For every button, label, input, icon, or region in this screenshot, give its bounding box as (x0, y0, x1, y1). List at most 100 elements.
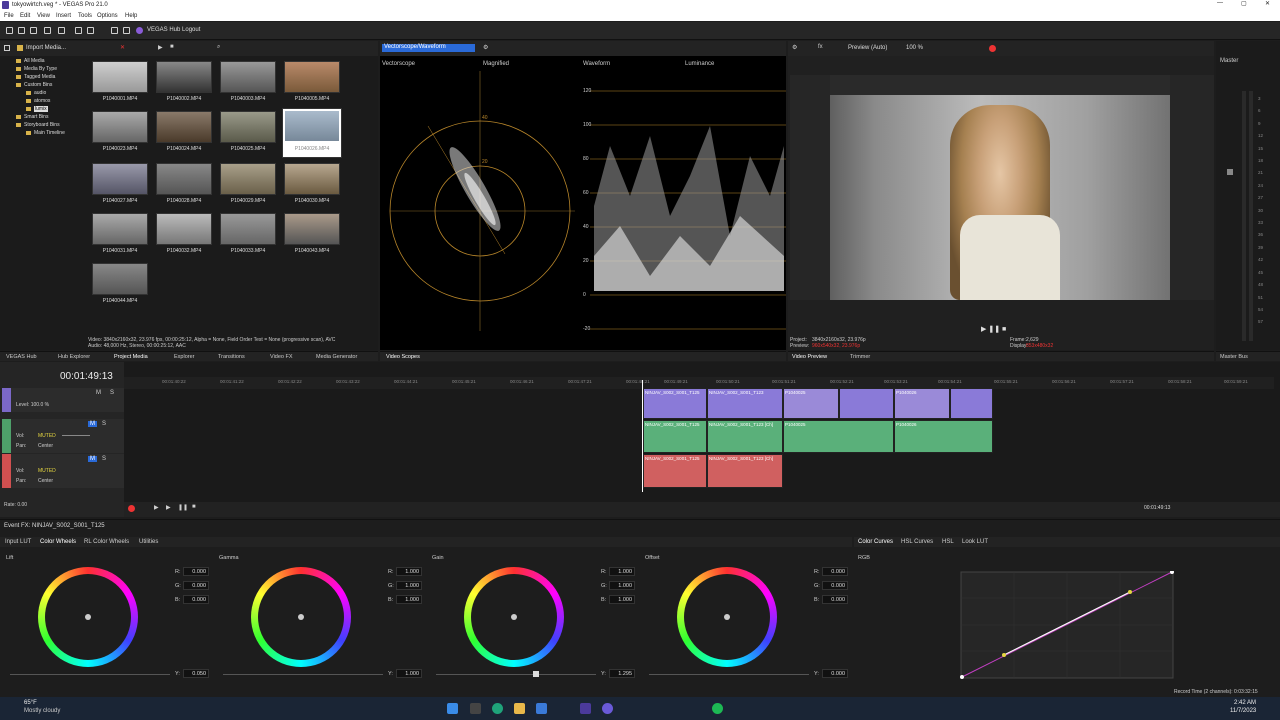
gain-y-field[interactable]: 1.295 (609, 669, 635, 678)
tab-trimmer[interactable]: Trimmer (850, 354, 870, 360)
tab-vegas-hub[interactable]: VEGAS Hub (6, 354, 37, 360)
audio-clip[interactable]: NINJAV_S002_S001_T125 (643, 420, 707, 453)
menu-view[interactable]: View (37, 13, 50, 19)
tree-item-selected[interactable]: lumix (34, 106, 48, 112)
close-button[interactable]: ✕ (1265, 0, 1270, 7)
save-icon[interactable] (30, 27, 37, 34)
menu-edit[interactable]: Edit (20, 13, 30, 19)
lift-y-slider[interactable] (10, 674, 170, 675)
magnified-dropdown[interactable]: Magnified (483, 61, 509, 67)
video-clip[interactable]: NINJAV_S002_S001_T125 (643, 388, 707, 419)
wheel-handle[interactable] (724, 614, 730, 620)
offset-g-field[interactable]: 0.000 (822, 581, 848, 590)
master-fader[interactable] (1227, 169, 1233, 175)
tab-video-scopes[interactable]: Video Scopes (386, 354, 420, 360)
play-icon[interactable]: ▶ (158, 44, 163, 51)
task-view-icon[interactable] (470, 703, 481, 714)
media-thumbnail[interactable] (92, 111, 148, 143)
stop-icon[interactable]: ■ (170, 44, 174, 50)
folder-icon[interactable] (17, 45, 23, 51)
weather-desc[interactable]: Mostly cloudy (24, 708, 60, 714)
offset-r-field[interactable]: 0.000 (822, 567, 848, 576)
rgb-curve-graph[interactable] (960, 571, 1174, 679)
tab-color-curves[interactable]: Color Curves (858, 539, 893, 545)
lift-r-field[interactable]: 0.000 (183, 567, 209, 576)
tab-rl-color-wheels[interactable]: RL Color Wheels (84, 539, 129, 545)
weather-temp[interactable]: 65°F (24, 700, 37, 706)
tree-item[interactable]: Media By Type (24, 66, 57, 72)
video-clip[interactable] (839, 388, 894, 419)
clock-date[interactable]: 11/7/2023 (1230, 708, 1256, 714)
pause-button[interactable]: ❚❚ (988, 326, 1000, 333)
tree-item[interactable]: atomos (34, 98, 50, 104)
gamma-y-field[interactable]: 1.000 (396, 669, 422, 678)
tab-video-preview[interactable]: Video Preview (792, 354, 827, 360)
import-media-button[interactable]: Import Media... (26, 45, 66, 51)
gain-r-field[interactable]: 1.000 (609, 567, 635, 576)
tab-project-media[interactable]: Project Media (114, 354, 148, 360)
tab-hsl[interactable]: HSL (942, 539, 954, 545)
fx-icon[interactable]: fx (818, 44, 823, 50)
track-level[interactable]: Level: 100.0 % (16, 402, 49, 408)
scope-selector[interactable]: Vectorscope/Waveform (382, 44, 475, 52)
curve-channel[interactable]: RGB (858, 555, 870, 561)
play-button[interactable]: ▶ (166, 504, 171, 511)
offset-b-field[interactable]: 0.000 (822, 595, 848, 604)
media-thumbnail[interactable] (284, 163, 340, 195)
gain-y-handle[interactable] (533, 671, 539, 677)
tree-item[interactable]: Smart Bins (24, 114, 48, 120)
menu-insert[interactable]: Insert (56, 13, 71, 19)
tree-item[interactable]: All Media (24, 58, 45, 64)
mute-button[interactable]: M (96, 390, 101, 396)
media-thumbnail[interactable] (156, 61, 212, 93)
open-icon[interactable] (18, 27, 25, 34)
tab-color-wheels[interactable]: Color Wheels (40, 539, 76, 545)
play-button[interactable]: ▶ (981, 326, 986, 333)
media-thumbnail[interactable] (156, 213, 212, 245)
preview-zoom[interactable]: 100 % (906, 45, 923, 51)
media-thumbnail[interactable] (92, 61, 148, 93)
gain-g-field[interactable]: 1.000 (609, 581, 635, 590)
media-thumbnail[interactable] (284, 61, 340, 93)
menu-file[interactable]: File (4, 13, 14, 19)
audio-clip[interactable]: P1040026 (894, 420, 993, 453)
tab-video-fx[interactable]: Video FX (270, 354, 293, 360)
luminance-dropdown[interactable]: Luminance (685, 61, 714, 67)
media-thumbnail[interactable] (92, 213, 148, 245)
tab-utilities[interactable]: Utilities (139, 539, 158, 545)
tree-item[interactable]: Custom Bins (24, 82, 52, 88)
media-thumbnail[interactable] (220, 61, 276, 93)
gamma-y-slider[interactable] (223, 674, 383, 675)
tab-master-bus[interactable]: Master Bus (1220, 354, 1248, 360)
settings-icon[interactable]: ⚙ (483, 44, 488, 51)
timecode-display[interactable]: 00:01:49:13 (60, 371, 113, 382)
record-icon[interactable] (989, 45, 996, 52)
lift-g-field[interactable]: 0.000 (183, 581, 209, 590)
gamma-g-field[interactable]: 1.000 (396, 581, 422, 590)
undo-icon[interactable] (111, 27, 118, 34)
hub-logout-link[interactable]: VEGAS Hub Logout (147, 27, 200, 33)
tab-look-lut[interactable]: Look LUT (962, 539, 988, 545)
lift-y-field[interactable]: 0.050 (183, 669, 209, 678)
tab-hsl-curves[interactable]: HSL Curves (901, 539, 933, 545)
tab-media-generator[interactable]: Media Generator (316, 354, 357, 360)
preview-quality-dropdown[interactable]: Preview (Auto) (848, 45, 887, 51)
mail-icon[interactable] (536, 703, 547, 714)
copy-icon[interactable] (87, 27, 94, 34)
vegas-hub-icon[interactable] (602, 703, 613, 714)
tree-item[interactable]: audio (34, 90, 46, 96)
media-thumbnail[interactable] (220, 213, 276, 245)
solo-button[interactable]: S (102, 421, 106, 427)
media-thumbnail[interactable] (220, 111, 276, 143)
offset-y-slider[interactable] (649, 674, 809, 675)
wheel-handle[interactable] (298, 614, 304, 620)
video-clip[interactable]: P1040025 (783, 388, 839, 419)
preview-frame[interactable] (790, 75, 1214, 300)
wheel-handle[interactable] (511, 614, 517, 620)
tree-item[interactable]: Tagged Media (24, 74, 55, 80)
file-explorer-icon[interactable] (514, 703, 525, 714)
audio-clip[interactable]: NINJAV_S002_S001_T123 [Ch] (707, 420, 783, 453)
record-button[interactable] (128, 505, 135, 512)
tab-explorer[interactable]: Explorer (174, 354, 194, 360)
media-thumbnail[interactable] (92, 163, 148, 195)
